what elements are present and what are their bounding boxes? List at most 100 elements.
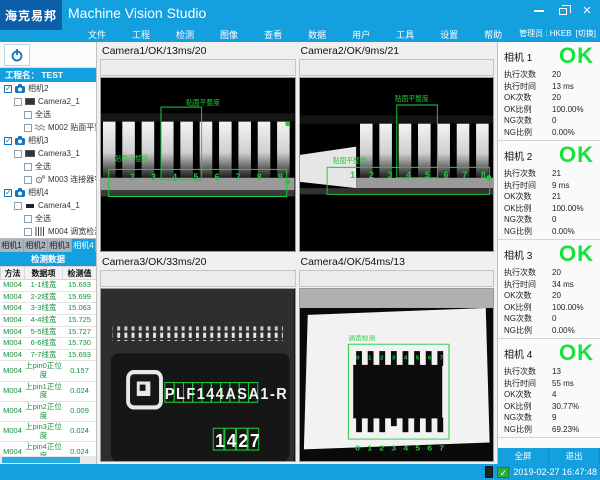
- checkbox[interactable]: [24, 124, 32, 132]
- chip-code: 1427: [215, 430, 260, 451]
- fullscreen-button[interactable]: 全屏: [498, 448, 549, 464]
- cell-value: 15.693: [63, 349, 97, 361]
- restore-icon[interactable]: [556, 5, 570, 17]
- cell-method: M004: [1, 291, 25, 303]
- exit-button[interactable]: 退出: [549, 448, 600, 464]
- camera-tab[interactable]: 相机1: [0, 239, 24, 252]
- menu-item[interactable]: 检测: [163, 28, 207, 41]
- checkbox[interactable]: [24, 176, 32, 184]
- camera4-image[interactable]: 调宽检测 0 1 2 3 4 5 6 7 0 1 2 3 4 5 6 7: [299, 288, 495, 463]
- checkbox[interactable]: [14, 202, 22, 210]
- checkbox-checked[interactable]: [4, 85, 12, 93]
- checkbox[interactable]: [24, 163, 32, 171]
- cell-value: 15.727: [63, 326, 97, 338]
- tree-label: Camera3_1: [38, 149, 80, 158]
- table-row[interactable]: M004 上pin2正位度 0.009: [1, 401, 97, 421]
- tree-item-camera2-1[interactable]: Camera2_1: [0, 95, 96, 108]
- stat-label: OK次数: [504, 389, 532, 401]
- menu-item[interactable]: 查看: [251, 28, 295, 41]
- camera2-inspection-view: 贴面平整度 贴面平整度 1 2 3 4 5 6 7 8: [300, 78, 494, 251]
- tree-item-m004[interactable]: M004 调宽检测: [0, 225, 96, 238]
- menu-item[interactable]: 文件: [75, 28, 119, 41]
- menu-item[interactable]: 帮助: [471, 28, 515, 41]
- tree-item-select-all[interactable]: 全选: [0, 108, 96, 121]
- tree-item-camera3-1[interactable]: Camera3_1: [0, 147, 96, 160]
- tree-item-m002[interactable]: M002 贴面平整度: [0, 121, 96, 134]
- table-row[interactable]: M004 上pin3正位度 0.024: [1, 422, 97, 442]
- table-row[interactable]: M004 5-5线宽 15.727: [1, 326, 97, 338]
- stat-value: 0.00%: [552, 127, 594, 139]
- cell-method: M004: [1, 442, 25, 456]
- tree-item-camera4-1[interactable]: Camera4_1: [0, 199, 96, 212]
- cell-item: 上pin3正位度: [25, 422, 63, 442]
- stat-label: 执行次数: [504, 366, 536, 378]
- menu-item[interactable]: 工具: [383, 28, 427, 41]
- table-row[interactable]: M004 7-7线宽 15.693: [1, 349, 97, 361]
- table-row[interactable]: M004 1-1线宽 15.693: [1, 280, 97, 292]
- col-header-item: 数据项: [25, 267, 63, 280]
- stat-label: NG比例: [504, 325, 532, 337]
- table-row[interactable]: M004 上pin4正位度 0.024: [1, 442, 97, 456]
- switch-user-link[interactable]: [切换]: [576, 28, 596, 39]
- checkbox-checked[interactable]: [4, 189, 12, 197]
- table-row[interactable]: M004 4-4线宽 15.725: [1, 314, 97, 326]
- camera1-toolbar: [100, 59, 296, 76]
- stat-label: 执行时间: [504, 81, 536, 93]
- pin-numbers: 2 3 4 5 6 7 8 9: [130, 172, 283, 182]
- minimize-icon[interactable]: [532, 5, 546, 17]
- checkbox-checked[interactable]: [4, 137, 12, 145]
- table-row[interactable]: M004 上pin0正位度 0.157: [1, 361, 97, 381]
- camera-tab[interactable]: 相机3: [48, 239, 72, 252]
- checkbox[interactable]: [24, 215, 32, 223]
- stat-label: NG次数: [504, 313, 532, 325]
- tree-item-camera3[interactable]: 相机3: [0, 134, 96, 147]
- camera-stat-block: 相机 4 OK 执行次数13 执行时间55 ms OK次数4 OK比例30.77…: [498, 339, 600, 438]
- menu-item[interactable]: 用户: [339, 28, 383, 41]
- menu-item[interactable]: 设置: [427, 28, 471, 41]
- close-icon[interactable]: ×: [580, 5, 594, 17]
- checkbox[interactable]: [14, 150, 22, 158]
- cell-value: 0.024: [63, 422, 97, 442]
- camera4-toolbar: [299, 270, 495, 287]
- tree-item-m003[interactable]: M003 连接器字符: [0, 173, 96, 186]
- power-button[interactable]: [4, 44, 30, 66]
- horizontal-scrollbar[interactable]: [0, 456, 96, 464]
- menu-item[interactable]: 数据: [295, 28, 339, 41]
- tree-item-camera2[interactable]: 相机2: [0, 82, 96, 95]
- app-title: Machine Vision Studio: [68, 5, 206, 21]
- cell-value: 15.063: [63, 303, 97, 315]
- camera2-image[interactable]: 贴面平整度 贴面平整度 1 2 3 4 5 6 7 8: [299, 77, 495, 252]
- stat-value: 20: [552, 69, 594, 81]
- stat-label: 执行时间: [504, 378, 536, 390]
- camera2-panel: Camera2/OK/9ms/21 贴面平整度 贴: [299, 44, 495, 252]
- sidebar-toolbar: [0, 42, 96, 68]
- table-row[interactable]: M004 6-6线宽 15.730: [1, 338, 97, 350]
- datetime-label: 2019-02-27 16:47:48: [513, 467, 597, 477]
- menu-item[interactable]: 图像: [207, 28, 251, 41]
- camera3-image[interactable]: PLF144ASA1-R 1427: [100, 288, 296, 463]
- cell-item: 上pin1正位度: [25, 381, 63, 401]
- scrollbar-thumb[interactable]: [2, 457, 80, 463]
- stat-value: 20: [552, 290, 594, 302]
- annotation-label: 贴面平整度: [115, 154, 149, 163]
- camera3-header: Camera3/OK/33ms/20: [100, 255, 296, 270]
- camera-tab[interactable]: 相机4: [72, 239, 96, 252]
- table-row[interactable]: M004 3-3线宽 15.063: [1, 303, 97, 315]
- cell-method: M004: [1, 401, 25, 421]
- tree-item-camera4[interactable]: 相机4: [0, 186, 96, 199]
- camera1-image[interactable]: 贴面平整度 贴面平整度 2 3 4 5 6 7 8 9: [100, 77, 296, 252]
- checkbox[interactable]: [24, 111, 32, 119]
- checkbox[interactable]: [14, 98, 22, 106]
- camera4-chip-view: 调宽检测 0 1 2 3 4 5 6 7 0 1 2 3 4 5 6 7: [300, 289, 494, 462]
- image-icon: [25, 201, 35, 210]
- menu-item[interactable]: 工程: [119, 28, 163, 41]
- tree-item-select-all[interactable]: 全选: [0, 212, 96, 225]
- table-row[interactable]: M004 2-2线宽 15.699: [1, 291, 97, 303]
- checkbox[interactable]: [24, 228, 32, 236]
- tree-item-select-all[interactable]: 全选: [0, 160, 96, 173]
- stat-value: 0: [552, 313, 594, 325]
- table-row[interactable]: M004 上pin1正位度 0.024: [1, 381, 97, 401]
- stat-value: 0.00%: [552, 325, 594, 337]
- camera-tab[interactable]: 相机2: [24, 239, 48, 252]
- stat-value: 30.77%: [552, 401, 594, 413]
